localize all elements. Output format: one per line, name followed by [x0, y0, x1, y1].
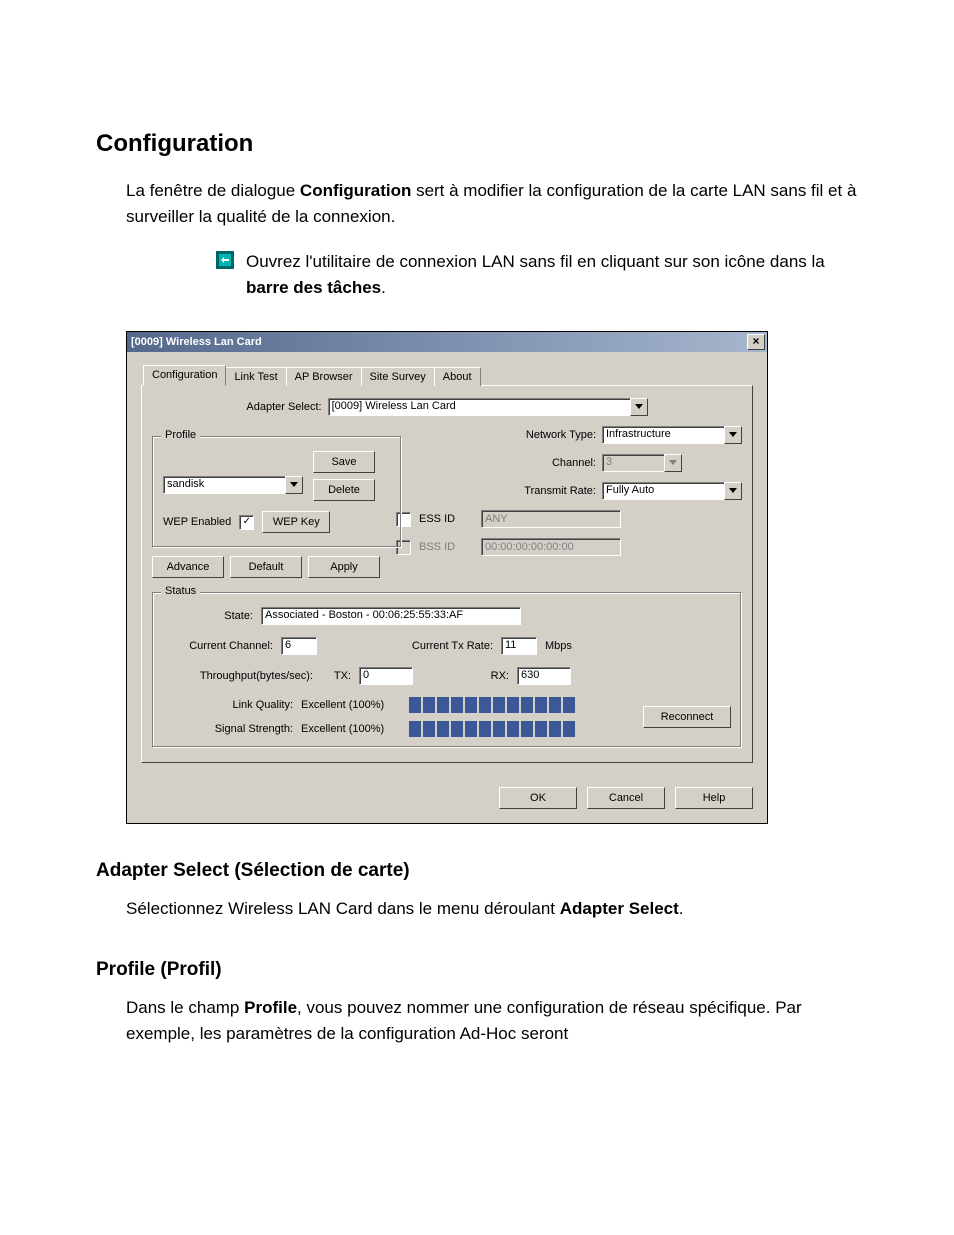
- bold-text: barre des tâches: [246, 278, 381, 297]
- configuration-panel: Adapter Select: [0009] Wireless Lan Card…: [141, 385, 753, 763]
- state-label: State:: [213, 610, 253, 622]
- current-tx-rate-label: Current Tx Rate:: [393, 640, 493, 652]
- window-titlebar: [0009] Wireless Lan Card ×: [127, 332, 767, 352]
- adapter-select-label: Adapter Select:: [246, 401, 321, 413]
- text: Ouvrez l'utilitaire de connexion LAN san…: [246, 252, 825, 271]
- close-button[interactable]: ×: [747, 334, 765, 350]
- adapter-select-dropdown[interactable]: [0009] Wireless Lan Card: [328, 398, 648, 416]
- tab-about[interactable]: About: [434, 367, 481, 386]
- delete-button[interactable]: Delete: [313, 479, 375, 501]
- tab-configuration[interactable]: Configuration: [143, 365, 226, 386]
- tx-label: TX:: [321, 670, 351, 682]
- current-channel-label: Current Channel:: [173, 640, 273, 652]
- reconnect-button[interactable]: Reconnect: [643, 706, 731, 728]
- status-groupbox: Status State: Associated - Boston - 00:0…: [152, 592, 742, 748]
- network-type-label: Network Type:: [506, 429, 596, 441]
- tx-value: 0: [359, 667, 413, 685]
- profile-legend: Profile: [161, 429, 200, 441]
- signal-strength-bar: [409, 721, 575, 737]
- transmit-rate-label: Transmit Rate:: [506, 485, 596, 497]
- dropdown-arrow-icon: [664, 454, 682, 472]
- wireless-config-dialog: [0009] Wireless Lan Card × Configuration…: [126, 331, 768, 824]
- dropdown-arrow-icon: [630, 398, 648, 416]
- text: Sélectionnez Wireless LAN Card dans le m…: [126, 899, 560, 918]
- wep-key-button[interactable]: WEP Key: [262, 511, 330, 533]
- current-tx-rate-value: 11: [501, 637, 537, 655]
- adapter-select-value: [0009] Wireless Lan Card: [328, 398, 630, 416]
- profile-dropdown[interactable]: sandisk: [163, 476, 303, 494]
- ess-id-field: ANY: [481, 510, 621, 528]
- transmit-rate-dropdown[interactable]: Fully Auto: [602, 482, 742, 500]
- section-adapter-select-text: Sélectionnez Wireless LAN Card dans le m…: [126, 896, 858, 922]
- signal-strength-label: Signal Strength:: [173, 723, 293, 735]
- network-type-dropdown[interactable]: Infrastructure: [602, 426, 742, 444]
- link-quality-bar: [409, 697, 575, 713]
- step-item: Ouvrez l'utilitaire de connexion LAN san…: [216, 249, 858, 302]
- bullet-icon: [216, 251, 234, 269]
- tab-site-survey[interactable]: Site Survey: [361, 367, 435, 386]
- dropdown-arrow-icon: [285, 476, 303, 494]
- ok-button[interactable]: OK: [499, 787, 577, 809]
- ess-id-label: ESS ID: [419, 513, 473, 525]
- bold-text: Configuration: [300, 181, 411, 200]
- link-quality-value: Excellent (100%): [301, 699, 401, 711]
- transmit-rate-value: Fully Auto: [602, 482, 724, 500]
- section-profile-text: Dans le champ Profile, vous pouvez nomme…: [126, 995, 858, 1048]
- link-quality-label: Link Quality:: [173, 699, 293, 711]
- step-text: Ouvrez l'utilitaire de connexion LAN san…: [246, 249, 858, 302]
- advance-button[interactable]: Advance: [152, 556, 224, 578]
- channel-value: 3: [602, 454, 664, 472]
- signal-strength-value: Excellent (100%): [301, 723, 401, 735]
- state-value: Associated - Boston - 00:06:25:55:33:AF: [261, 607, 521, 625]
- current-channel-value: 6: [281, 637, 317, 655]
- dropdown-arrow-icon: [724, 482, 742, 500]
- rx-value: 630: [517, 667, 571, 685]
- rx-label: RX:: [479, 670, 509, 682]
- dropdown-arrow-icon: [724, 426, 742, 444]
- help-button[interactable]: Help: [675, 787, 753, 809]
- status-legend: Status: [161, 585, 200, 597]
- wep-enabled-label: WEP Enabled: [163, 516, 231, 528]
- default-button[interactable]: Default: [230, 556, 302, 578]
- mbps-label: Mbps: [545, 640, 572, 652]
- tab-ap-browser[interactable]: AP Browser: [286, 367, 362, 386]
- profile-groupbox: Profile sandisk Save Delete: [152, 436, 402, 548]
- apply-button[interactable]: Apply: [308, 556, 380, 578]
- channel-label: Channel:: [506, 457, 596, 469]
- text: .: [381, 278, 386, 297]
- bold-text: Profile: [244, 998, 297, 1017]
- page-title: Configuration: [96, 130, 858, 158]
- bold-text: Adapter Select: [560, 899, 679, 918]
- text: .: [679, 899, 684, 918]
- profile-value: sandisk: [163, 476, 285, 494]
- tab-link-test[interactable]: Link Test: [225, 367, 286, 386]
- cancel-button[interactable]: Cancel: [587, 787, 665, 809]
- wep-enabled-checkbox[interactable]: ✓: [239, 515, 254, 530]
- section-adapter-select-heading: Adapter Select (Sélection de carte): [96, 860, 858, 882]
- network-type-value: Infrastructure: [602, 426, 724, 444]
- text: La fenêtre de dialogue: [126, 181, 300, 200]
- bss-id-field: 00:00:00:00:00:00: [481, 538, 621, 556]
- dialog-footer: OK Cancel Help: [127, 777, 767, 823]
- bss-id-label: BSS ID: [419, 541, 473, 553]
- window-title: [0009] Wireless Lan Card: [131, 336, 262, 348]
- intro-paragraph: La fenêtre de dialogue Configuration ser…: [126, 178, 858, 231]
- section-profile-heading: Profile (Profil): [96, 959, 858, 981]
- channel-dropdown: 3: [602, 454, 682, 472]
- throughput-label: Throughput(bytes/sec):: [173, 670, 313, 682]
- save-button[interactable]: Save: [313, 451, 375, 473]
- text: Dans le champ: [126, 998, 244, 1017]
- tab-strip: Configuration Link Test AP Browser Site …: [141, 364, 753, 386]
